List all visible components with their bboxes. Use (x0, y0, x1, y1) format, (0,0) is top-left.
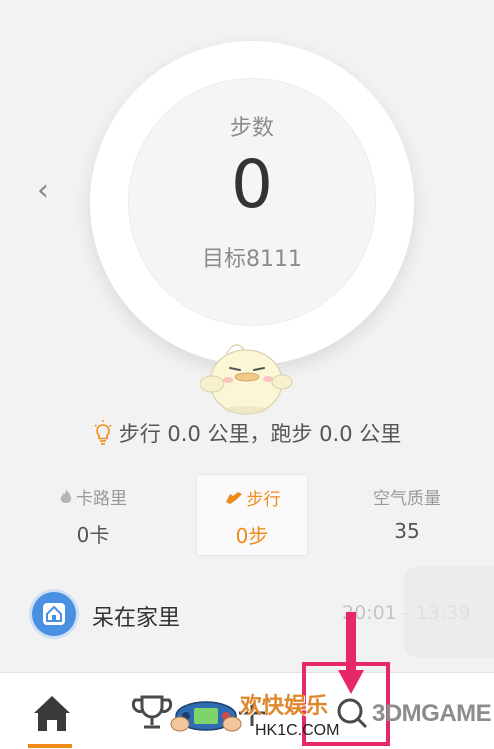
step-ring-label: 步数 (229, 116, 274, 141)
tab-active-indicator (28, 744, 72, 748)
distance-summary-text: 步行 0.0 公里，跑步 0.0 公里 (118, 422, 402, 446)
walking-value: 0步 (235, 524, 269, 548)
house-icon (43, 603, 65, 625)
calorie-label: 卡路里 (76, 489, 127, 509)
site-watermark: HK1C.COM (255, 722, 340, 739)
air-quality-label: 空气质量 (373, 489, 441, 509)
air-quality-value: 35 (394, 519, 420, 543)
floating-side-handle[interactable] (404, 566, 494, 658)
calorie-stat[interactable]: 卡路里 0卡 (38, 474, 148, 556)
step-goal-label: 目标8111 (202, 247, 302, 272)
location-name: 呆在家里 (92, 606, 181, 631)
shoe-icon (225, 491, 242, 504)
gamer-watermark-icon (170, 701, 242, 732)
back-chevron-icon[interactable]: ‹ (32, 173, 54, 209)
walking-label: 步行 (246, 490, 281, 510)
flame-icon (60, 488, 72, 503)
chick-mascot-icon (199, 344, 293, 415)
distance-summary: 步行 0.0 公里，跑步 0.0 公里 (0, 418, 494, 448)
stats-row: 卡路里 0卡 步行 0步 空气质量 35 (0, 474, 494, 556)
calorie-value: 0卡 (76, 523, 110, 547)
walking-stat[interactable]: 步行 0步 (196, 474, 308, 556)
step-count-value: 0 (231, 146, 273, 223)
tab-home[interactable] (22, 683, 82, 743)
lightbulb-icon (94, 420, 112, 445)
home-location-badge (32, 592, 76, 636)
brand-watermark: 3DMGAME (372, 700, 492, 727)
home-icon (34, 696, 70, 731)
fun-watermark: 欢快娱乐 (240, 694, 329, 719)
air-quality-stat[interactable]: 空气质量 35 (352, 474, 462, 556)
